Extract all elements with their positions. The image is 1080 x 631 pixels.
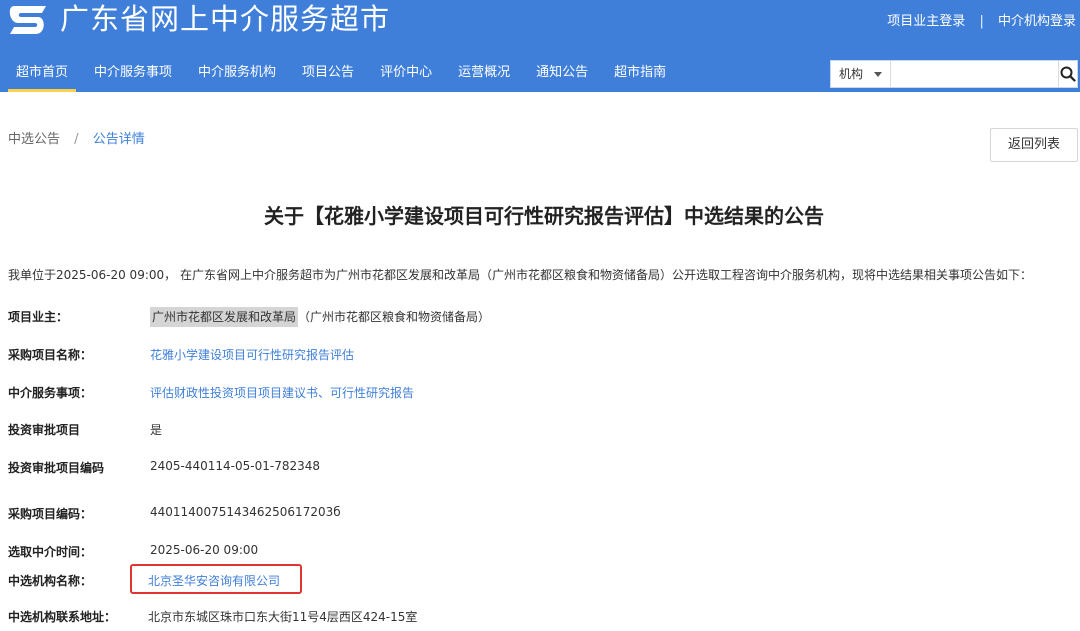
nav-item-announcements[interactable]: 通知公告 — [528, 58, 596, 92]
purchase-code-label: 采购项目编码： — [8, 507, 93, 521]
owner-value: 广州市花都区发展和改革局 （广州市花都区粮食和物资储备局） — [150, 307, 491, 327]
agency-name-label: 中选机构名称： — [8, 574, 93, 588]
approval-code-label: 投资审批项目编码 — [8, 461, 105, 475]
nav-item-operations[interactable]: 运营概况 — [450, 58, 518, 92]
search-icon — [1060, 66, 1076, 82]
project-name-link[interactable]: 花雅小学建设项目可行性研究报告评估 — [150, 346, 354, 363]
caret-down-icon — [873, 72, 882, 77]
approval-value: 是 — [150, 423, 163, 437]
agency-address-value: 北京市东城区珠市口东大街11号4层西区424-15室 — [148, 610, 418, 624]
notice-intro: 我单位于2025-06-20 09:00， 在广东省网上中介服务超市为广州市花都… — [8, 268, 1032, 282]
breadcrumb-separator: / — [74, 132, 79, 147]
highlight-box — [130, 564, 302, 594]
breadcrumb-parent[interactable]: 中选公告 — [8, 132, 60, 147]
search-input[interactable] — [890, 61, 1058, 87]
project-name-label: 采购项目名称： — [8, 348, 93, 362]
site-title[interactable]: 广东省网上中介服务超市 — [60, 0, 390, 40]
owner-value-highlight: 广州市花都区发展和改革局 — [150, 307, 299, 327]
nav-item-evaluation[interactable]: 评价中心 — [372, 58, 440, 92]
breadcrumb: 中选公告 / 公告详情 — [8, 128, 145, 147]
search-box: 机构 — [830, 60, 1078, 88]
search-button[interactable] — [1057, 61, 1077, 87]
nav-item-guide[interactable]: 超市指南 — [606, 58, 674, 92]
search-type-value: 机构 — [839, 67, 864, 81]
owner-value-rest: （广州市花都区粮食和物资储备局） — [298, 310, 491, 324]
nav-item-home[interactable]: 超市首页 — [8, 58, 77, 92]
approval-label: 投资审批项目 — [8, 423, 81, 437]
approval-code-value: 2405-440114-05-01-782348 — [150, 459, 321, 473]
agency-login-link[interactable]: 中介机构登录 — [998, 10, 1076, 29]
select-time-value: 2025-06-20 09:00 — [150, 543, 259, 557]
page-title: 关于【花雅小学建设项目可行性研究报告评估】中选结果的公告 — [264, 204, 824, 228]
owner-label: 项目业主： — [8, 310, 69, 324]
owner-login-link[interactable]: 项目业主登录 — [887, 10, 965, 29]
nav-item-project-notices[interactable]: 项目公告 — [294, 58, 362, 92]
service-item-link[interactable]: 评估财政性投资项目项目建议书、可行性研究报告 — [150, 384, 414, 401]
agency-address-label: 中选机构联系地址： — [8, 610, 117, 624]
login-separator: | — [979, 14, 984, 29]
search-type-select[interactable]: 机构 — [831, 61, 891, 87]
nav-item-service-items[interactable]: 中介服务事项 — [86, 58, 180, 92]
purchase-code-value: 440114007514346250617203б — [150, 505, 341, 519]
breadcrumb-current: 公告详情 — [92, 132, 145, 147]
nav-item-service-agencies[interactable]: 中介服务机构 — [190, 58, 284, 92]
back-to-list-button[interactable]: 返回列表 — [990, 128, 1078, 162]
main-nav: 超市首页 中介服务事项 中介服务机构 项目公告 评价中心 运营概况 通知公告 超… — [8, 58, 684, 92]
site-header: 广东省网上中介服务超市 项目业主登录 | 中介机构登录 超市首页 中介服务事项 … — [0, 0, 1080, 92]
s-logo-icon[interactable] — [8, 4, 48, 36]
login-links: 项目业主登录 | 中介机构登录 — [887, 10, 1076, 29]
select-time-label: 选取中介时间： — [8, 545, 93, 559]
service-item-label: 中介服务事项： — [8, 386, 93, 400]
